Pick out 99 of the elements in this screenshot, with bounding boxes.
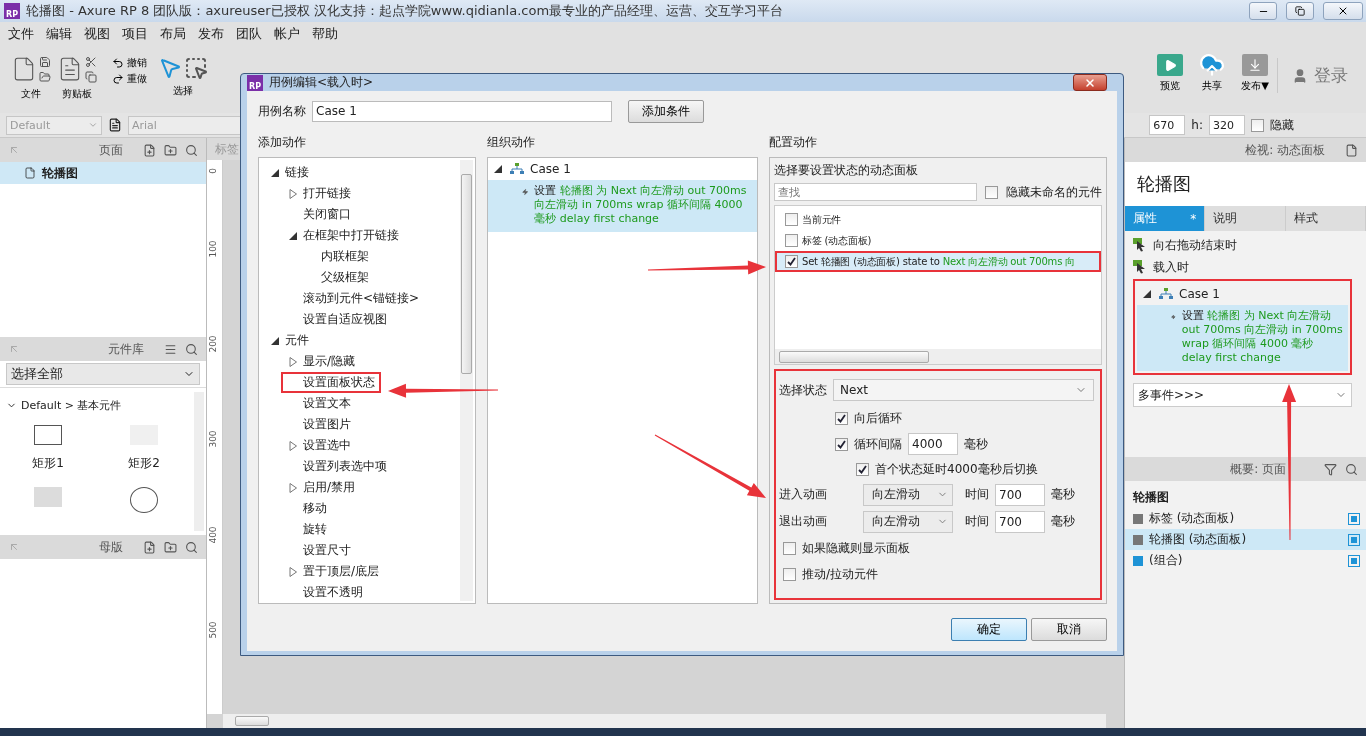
vertical-ruler: 0 100 200 300 400 500 — [207, 160, 223, 714]
page-item[interactable]: 轮播图 — [0, 162, 206, 184]
outline-item[interactable]: (组合) — [1125, 550, 1366, 571]
tree-item[interactable]: 设置列表选中项 — [303, 458, 387, 475]
column-title: 组织动作 — [487, 134, 536, 151]
column-title: 配置动作 — [769, 134, 818, 151]
widget-label: 矩形2 — [128, 455, 160, 472]
cancel-button[interactable]: 取消 — [1031, 618, 1107, 641]
tree-item[interactable]: 旋转 — [303, 521, 327, 538]
field-label: 进入动画 — [779, 486, 827, 503]
tree-item[interactable]: 显示/隐藏 — [303, 353, 356, 370]
tree-item[interactable]: 设置选中 — [303, 437, 351, 454]
field-label: 退出动画 — [779, 513, 827, 530]
tree-item[interactable]: 内联框架 — [321, 248, 369, 265]
app-logo: RP — [4, 3, 20, 19]
unit-label: 毫秒 — [1051, 486, 1075, 503]
login-button[interactable]: 登录 — [1277, 58, 1358, 93]
add-condition-button[interactable]: 添加条件 — [628, 99, 704, 123]
tree-item[interactable]: 打开链接 — [303, 185, 351, 202]
panel-header: 页面 — [0, 138, 206, 162]
field-label: 选择状态 — [779, 381, 827, 399]
animation-dropdown[interactable]: 向左滑动 — [863, 483, 953, 506]
width-field[interactable]: 670 — [1149, 115, 1186, 135]
case-item[interactable]: Case 1 — [1179, 287, 1220, 301]
checkbox-label: 向后循环 — [854, 409, 902, 427]
share-button[interactable]: 共享 — [1191, 54, 1234, 93]
outline-item[interactable]: 轮播图 (动态面板) — [1125, 529, 1366, 550]
ok-button[interactable]: 确定 — [951, 618, 1027, 641]
widget-label: 矩形1 — [32, 455, 64, 472]
field-label: 时间 — [965, 513, 989, 530]
library-path: Default > 基本元件 — [21, 398, 122, 413]
menu-item[interactable]: 布局 — [154, 25, 192, 43]
menu-item[interactable]: 团队 — [230, 25, 268, 43]
redo-button[interactable]: 重做 — [112, 72, 147, 86]
animation-dropdown[interactable]: 向左滑动 — [863, 510, 953, 533]
tree-item[interactable]: 在框架中打开链接 — [303, 227, 399, 244]
menu-item[interactable]: 帮助 — [306, 25, 344, 43]
section-heading: 选择要设置状态的动态面板 — [774, 162, 919, 179]
dialog-title: 用例编辑<载入时> — [269, 74, 375, 91]
panel-item[interactable]: 标签 (动态面板) — [802, 233, 872, 248]
field-label: 时间 — [965, 486, 989, 503]
unit-label: 毫秒 — [964, 435, 988, 453]
unit-label: 毫秒 — [1051, 513, 1075, 530]
library-dropdown[interactable]: 选择全部 — [6, 363, 200, 385]
height-field[interactable]: 320 — [1209, 115, 1245, 135]
time-field[interactable]: 700 — [995, 510, 1045, 533]
more-events-dropdown[interactable]: 多事件>>> — [1133, 383, 1352, 407]
outline-item[interactable]: 标签 (动态面板) — [1125, 508, 1366, 529]
dialog-logo: RP — [247, 74, 263, 91]
checkbox-label: 循环间隔 — [854, 435, 902, 453]
menu-item[interactable]: 发布 — [192, 25, 230, 43]
menu-item[interactable]: 视图 — [78, 25, 116, 43]
menu-item[interactable]: 文件 — [2, 25, 40, 43]
menu-item[interactable]: 编辑 — [40, 25, 78, 43]
time-field[interactable]: 700 — [995, 483, 1045, 506]
preview-button[interactable]: 预览 — [1149, 54, 1192, 93]
tree-item[interactable]: 设置不透明 — [303, 584, 363, 601]
undo-button[interactable]: 撤销 — [112, 56, 147, 70]
panel-item[interactable]: 当前元件 — [802, 212, 842, 227]
tree-item[interactable]: 设置尺寸 — [303, 542, 351, 559]
tree-item[interactable]: 设置图片 — [303, 416, 351, 433]
tree-item[interactable]: 关闭窗口 — [303, 206, 351, 223]
tree-item[interactable]: 设置自适应视图 — [303, 311, 387, 328]
checkbox-label: 隐藏 — [1270, 116, 1294, 134]
column-title: 添加动作 — [258, 134, 307, 151]
clipboard-tool[interactable]: 剪贴板 — [54, 54, 100, 103]
tree-item[interactable]: 滚动到元件<锚链接> — [303, 290, 420, 307]
tree-item[interactable]: 移动 — [303, 500, 327, 517]
event-item[interactable]: 载入时 — [1153, 258, 1189, 276]
field-label: 用例名称 — [258, 102, 306, 120]
interval-field[interactable]: 4000 — [908, 433, 958, 455]
checkbox-label: 如果隐藏则显示面板 — [802, 539, 910, 557]
tree-item[interactable]: 启用/禁用 — [303, 479, 356, 496]
window-title: 轮播图 - Axure RP 8 团队版：axureuser已授权 汉化支持：起点学院www.qidianla.com最专业的产品经理、运营、交互学习平台 — [26, 2, 785, 20]
menu-item[interactable]: 帐户 — [268, 25, 306, 43]
tree-item[interactable]: 父级框架 — [321, 269, 369, 286]
case-name-field[interactable]: Case 1 — [312, 100, 612, 122]
outline-page: 轮播图 — [1132, 489, 1170, 506]
tree-item[interactable]: 设置文本 — [303, 395, 351, 412]
checkbox-label: 首个状态延时4000毫秒后切换 — [875, 460, 1038, 478]
checkbox-label: 隐藏未命名的元件 — [1006, 183, 1102, 201]
checkbox-label: 推动/拉动元件 — [802, 565, 879, 583]
state-dropdown[interactable]: Next — [833, 379, 1094, 401]
case-item[interactable]: Case 1 — [530, 162, 571, 176]
event-item[interactable]: 向右拖动结束时 — [1153, 236, 1237, 254]
select-tool[interactable]: 选择 — [155, 54, 211, 100]
tree-item[interactable]: 链接 — [285, 164, 309, 181]
panel-header: 概要: 页面 — [1125, 457, 1366, 481]
field-label: h: — [1191, 118, 1203, 132]
file-tool[interactable]: 文件 — [8, 54, 54, 103]
menu-item[interactable]: 项目 — [116, 25, 154, 43]
panel-header: 检视: 动态面板 — [1125, 138, 1366, 162]
search-field[interactable]: 查找 — [774, 183, 977, 201]
tree-item[interactable]: 元件 — [285, 332, 309, 349]
tree-item[interactable]: 置于顶层/底层 — [303, 563, 380, 580]
panel-header: 元件库 — [0, 337, 206, 361]
publish-button[interactable]: 发布▼ — [1233, 54, 1277, 93]
widget-name: 轮播图 — [1125, 162, 1366, 206]
panel-header: 母版 — [0, 535, 206, 559]
